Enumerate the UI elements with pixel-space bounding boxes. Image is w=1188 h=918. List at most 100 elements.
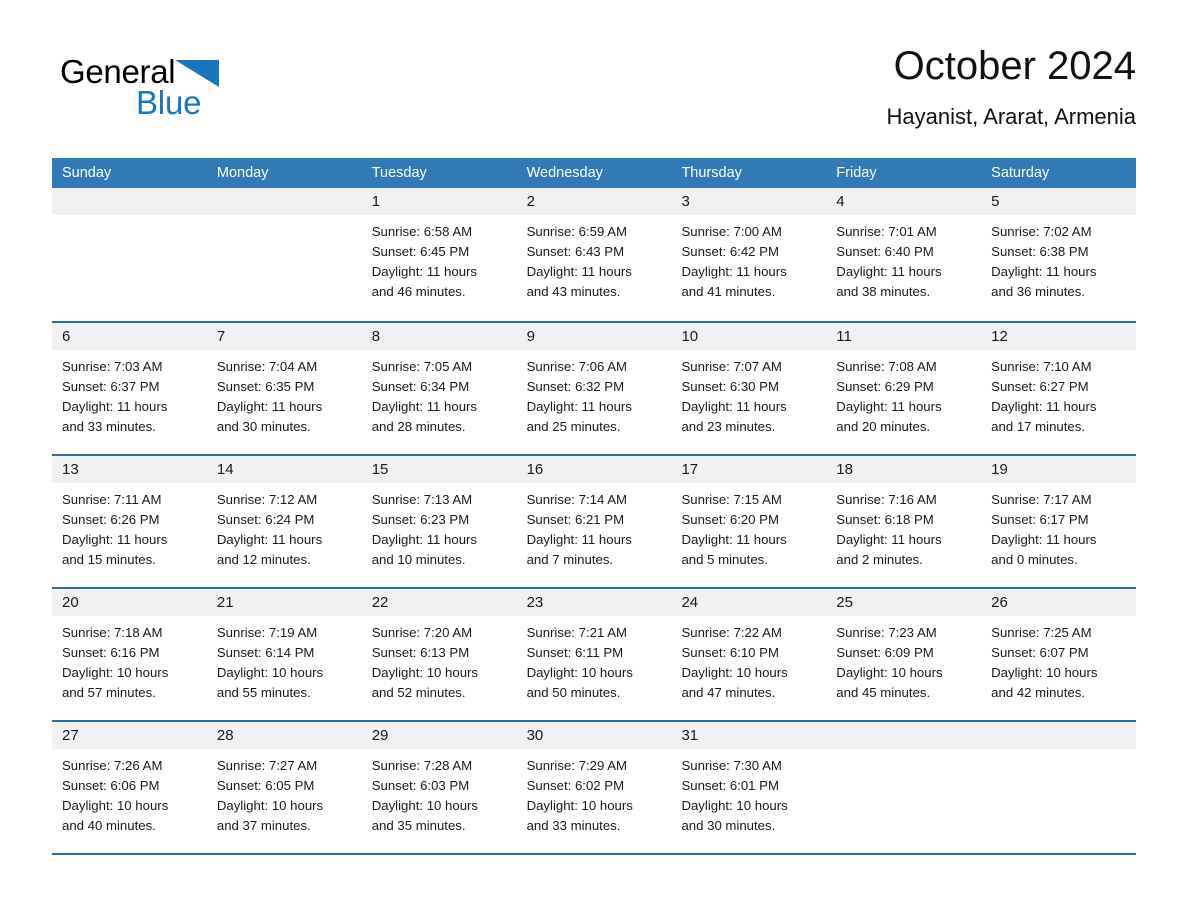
calendar-day-cell[interactable]: 10 Sunrise: 7:07 AM Sunset: 6:30 PM Dayligh… xyxy=(671,323,827,454)
calendar-day-details: Sunrise: 7:10 AM Sunset: 6:27 PM Daylight:… xyxy=(981,350,1136,437)
daylight-duration-line2: and 40 minutes. xyxy=(62,818,156,833)
daylight-duration-line1: Daylight: 11 hours xyxy=(216,399,323,414)
sunrise-time: Sunrise: 7:12 AM xyxy=(216,492,318,507)
daylight-duration-line1: Daylight: 11 hours xyxy=(681,399,787,414)
calendar-day-cell[interactable]: 26 Sunrise: 7:25 AM Sunset: 6:07 PM Dayligh… xyxy=(981,589,1137,720)
calendar-day-number-band: 10 xyxy=(671,323,827,350)
calendar-day-number-band xyxy=(52,188,207,215)
calendar-day-cell[interactable]: 1 Sunrise: 6:58 AM Sunset: 6:45 PM Daylight… xyxy=(361,188,517,321)
calendar-day-number: 28 xyxy=(216,727,234,744)
calendar-day-number: 20 xyxy=(62,594,79,611)
calendar-day-cell[interactable]: 19 Sunrise: 7:17 AM Sunset: 6:17 PM Dayligh… xyxy=(981,456,1137,587)
sunrise-time: Sunrise: 7:29 AM xyxy=(526,758,628,773)
calendar-day-cell[interactable]: 17 Sunrise: 7:15 AM Sunset: 6:20 PM Dayligh… xyxy=(671,456,827,587)
daylight-duration-line2: and 42 minutes. xyxy=(991,685,1085,700)
calendar-day-number: 18 xyxy=(836,461,853,478)
calendar-day-number-band: 12 xyxy=(981,323,1137,350)
sunrise-time: Sunrise: 6:59 AM xyxy=(526,224,628,239)
daylight-duration-line2: and 30 minutes. xyxy=(681,818,776,833)
calendar-day-number-band: 13 xyxy=(52,456,207,483)
calendar-day-cell[interactable]: 2 Sunrise: 6:59 AM Sunset: 6:43 PM Daylight… xyxy=(516,188,672,321)
sunrise-time: Sunrise: 7:10 AM xyxy=(991,359,1092,374)
calendar-day-cell[interactable]: 9 Sunrise: 7:06 AM Sunset: 6:32 PM Daylight… xyxy=(516,323,672,454)
calendar-day-number-band: 17 xyxy=(671,456,827,483)
calendar-day-cell[interactable]: 28 Sunrise: 7:27 AM Sunset: 6:05 PM Dayligh… xyxy=(206,722,362,853)
calendar-day-cell[interactable]: 15 Sunrise: 7:13 AM Sunset: 6:23 PM Dayligh… xyxy=(361,456,517,587)
logo-text-general: General xyxy=(60,53,176,90)
sunset-time: Sunset: 6:21 PM xyxy=(526,512,625,527)
calendar-day-cell[interactable]: 7 Sunrise: 7:04 AM Sunset: 6:35 PM Daylight… xyxy=(206,323,362,454)
calendar-day-number-band: 30 xyxy=(516,722,672,749)
calendar-day-number-band: 24 xyxy=(671,589,827,616)
daylight-duration-line2: and 45 minutes. xyxy=(836,685,931,700)
calendar-day-number-band: 25 xyxy=(826,589,982,616)
general-blue-logo[interactable]: General Blue xyxy=(60,52,320,132)
calendar-day-cell[interactable]: 21 Sunrise: 7:19 AM Sunset: 6:14 PM Dayligh… xyxy=(206,589,362,720)
sunrise-time: Sunrise: 7:19 AM xyxy=(216,625,318,640)
calendar-day-details: Sunrise: 7:11 AM Sunset: 6:26 PM Daylight:… xyxy=(52,483,207,570)
calendar-day-cell[interactable]: 18 Sunrise: 7:16 AM Sunset: 6:18 PM Dayligh… xyxy=(826,456,982,587)
calendar-week-row: 20 Sunrise: 7:18 AM Sunset: 6:16 PM Dayligh… xyxy=(52,587,1137,720)
calendar-day-details: Sunrise: 7:17 AM Sunset: 6:17 PM Daylight:… xyxy=(981,483,1136,570)
sunrise-time: Sunrise: 7:21 AM xyxy=(526,625,628,640)
sunset-time: Sunset: 6:13 PM xyxy=(371,645,470,660)
calendar-day-cell[interactable]: 4 Sunrise: 7:01 AM Sunset: 6:40 PM Daylight… xyxy=(826,188,982,321)
daylight-duration-line1: Daylight: 10 hours xyxy=(216,798,324,813)
sunset-time: Sunset: 6:40 PM xyxy=(836,244,934,259)
weekday-header-wednesday: Wednesday xyxy=(526,165,603,181)
daylight-duration-line2: and 55 minutes. xyxy=(216,685,311,700)
daylight-duration-line2: and 17 minutes. xyxy=(991,419,1085,434)
calendar-day-cell[interactable]: 23 Sunrise: 7:21 AM Sunset: 6:11 PM Dayligh… xyxy=(516,589,672,720)
calendar-day-number: 9 xyxy=(526,328,535,345)
calendar-day-number-band: 31 xyxy=(671,722,827,749)
calendar-day-cell[interactable]: 14 Sunrise: 7:12 AM Sunset: 6:24 PM Dayligh… xyxy=(206,456,362,587)
daylight-duration-line1: Daylight: 11 hours xyxy=(62,399,168,414)
calendar-day-cell[interactable]: 12 Sunrise: 7:10 AM Sunset: 6:27 PM Dayligh… xyxy=(981,323,1137,454)
calendar-day-cell[interactable]: 30 Sunrise: 7:29 AM Sunset: 6:02 PM Dayligh… xyxy=(516,722,672,853)
calendar-day-cell[interactable]: 29 Sunrise: 7:28 AM Sunset: 6:03 PM Dayligh… xyxy=(361,722,517,853)
sunset-time: Sunset: 6:17 PM xyxy=(991,512,1089,527)
calendar-day-details: Sunrise: 7:22 AM Sunset: 6:10 PM Daylight:… xyxy=(671,616,826,703)
sunrise-time: Sunrise: 7:28 AM xyxy=(371,758,473,773)
daylight-duration-line1: Daylight: 10 hours xyxy=(62,798,169,813)
sunset-time: Sunset: 6:01 PM xyxy=(681,778,779,793)
title-block: October 2024 Hayanist, Ararat, Armenia xyxy=(887,40,1136,134)
calendar-day-cell[interactable]: 5 Sunrise: 7:02 AM Sunset: 6:38 PM Daylight… xyxy=(981,188,1137,321)
daylight-duration-line2: and 35 minutes. xyxy=(371,818,466,833)
calendar-day-cell[interactable]: 6 Sunrise: 7:03 AM Sunset: 6:37 PM Daylight… xyxy=(52,323,207,454)
calendar-day-cell[interactable]: 16 Sunrise: 7:14 AM Sunset: 6:21 PM Dayligh… xyxy=(516,456,672,587)
calendar-day-cell[interactable]: 13 Sunrise: 7:11 AM Sunset: 6:26 PM Dayligh… xyxy=(52,456,207,587)
calendar-day-details: Sunrise: 7:18 AM Sunset: 6:16 PM Daylight:… xyxy=(52,616,207,703)
daylight-duration-line1: Daylight: 10 hours xyxy=(681,665,788,680)
daylight-duration-line2: and 30 minutes. xyxy=(216,419,311,434)
calendar-day-cell[interactable]: 8 Sunrise: 7:05 AM Sunset: 6:34 PM Daylight… xyxy=(361,323,517,454)
calendar-day-number: 21 xyxy=(216,594,234,611)
calendar-day-cell[interactable]: 27 Sunrise: 7:26 AM Sunset: 6:06 PM Dayligh… xyxy=(52,722,207,853)
calendar-day-number-band: 3 xyxy=(671,188,827,215)
calendar-day-number-band: 15 xyxy=(361,456,517,483)
calendar-day-details: Sunrise: 7:04 AM Sunset: 6:35 PM Daylight:… xyxy=(207,350,362,437)
calendar-day-cell[interactable]: 20 Sunrise: 7:18 AM Sunset: 6:16 PM Dayligh… xyxy=(52,589,207,720)
calendar-day-number: 19 xyxy=(991,461,1008,478)
calendar-day-number: 2 xyxy=(526,193,535,210)
calendar-day-cell[interactable]: 31 Sunrise: 7:30 AM Sunset: 6:01 PM Dayligh… xyxy=(671,722,827,853)
calendar-day-cell[interactable]: 22 Sunrise: 7:20 AM Sunset: 6:13 PM Dayligh… xyxy=(361,589,517,720)
calendar-day-number-band: 5 xyxy=(981,188,1137,215)
daylight-duration-line1: Daylight: 10 hours xyxy=(371,798,479,813)
calendar-day-number: 22 xyxy=(371,594,389,611)
calendar-day-number: 7 xyxy=(216,328,226,345)
calendar-day-details: Sunrise: 7:21 AM Sunset: 6:11 PM Daylight:… xyxy=(517,616,672,703)
calendar-day-cell[interactable]: 25 Sunrise: 7:23 AM Sunset: 6:09 PM Dayligh… xyxy=(826,589,982,720)
daylight-duration-line1: Daylight: 11 hours xyxy=(836,532,942,547)
calendar-day-cell[interactable]: 3 Sunrise: 7:00 AM Sunset: 6:42 PM Daylight… xyxy=(671,188,827,321)
weekday-header-tuesday: Tuesday xyxy=(371,165,427,181)
daylight-duration-line1: Daylight: 11 hours xyxy=(371,399,478,414)
calendar-day-number-band: 9 xyxy=(516,323,672,350)
calendar-day-cell[interactable]: 11 Sunrise: 7:08 AM Sunset: 6:29 PM Dayligh… xyxy=(826,323,982,454)
page-header: General Blue October 2024 Hayanist, Arar… xyxy=(52,40,1136,150)
daylight-duration-line1: Daylight: 10 hours xyxy=(62,665,169,680)
calendar-day-cell[interactable]: 24 Sunrise: 7:22 AM Sunset: 6:10 PM Dayligh… xyxy=(671,589,827,720)
calendar-day-details: Sunrise: 7:13 AM Sunset: 6:23 PM Daylight:… xyxy=(362,483,517,570)
sunrise-time: Sunrise: 7:27 AM xyxy=(216,758,318,773)
sunrise-time: Sunrise: 7:13 AM xyxy=(371,492,473,507)
